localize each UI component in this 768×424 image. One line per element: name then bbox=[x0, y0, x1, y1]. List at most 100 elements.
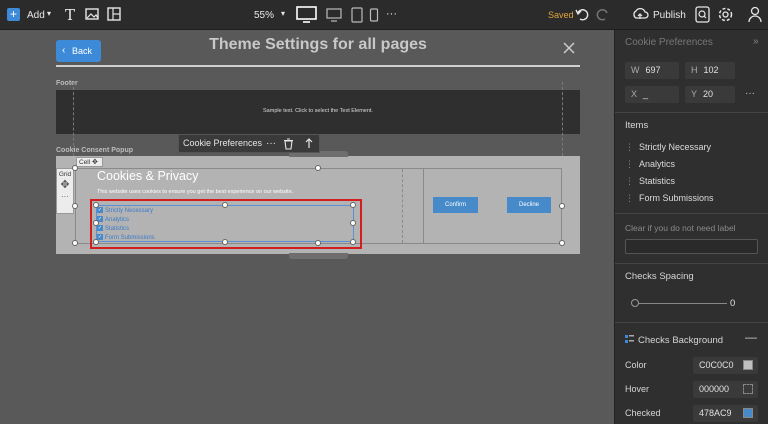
delete-icon[interactable] bbox=[283, 138, 294, 156]
popup-description[interactable]: This website uses cookies to ensure you … bbox=[97, 189, 293, 195]
checks-background-icon bbox=[625, 335, 634, 344]
resize-handle[interactable] bbox=[93, 239, 99, 245]
collapse-panel-icon[interactable]: » bbox=[753, 36, 759, 47]
footer-section[interactable]: Sample text. Click to select the Text El… bbox=[56, 90, 580, 134]
checkbox-checked-icon[interactable]: ✓ bbox=[97, 207, 103, 214]
x-field[interactable]: X _ bbox=[625, 86, 679, 103]
resize-handle[interactable] bbox=[72, 240, 78, 246]
panel-item-label: Strictly Necessary bbox=[639, 142, 712, 152]
preview-icon[interactable] bbox=[695, 6, 710, 23]
add-icon[interactable]: + bbox=[7, 8, 20, 21]
panel-item-row[interactable]: ⋮ Statistics bbox=[625, 176, 675, 187]
resize-handle[interactable] bbox=[350, 220, 356, 226]
cookie-check-item[interactable]: ✓ Statistics bbox=[97, 225, 129, 233]
checkbox-checked-icon[interactable]: ✓ bbox=[97, 225, 103, 232]
drag-handle-icon[interactable]: ⋮ bbox=[625, 159, 634, 169]
select-parent-arrow-icon[interactable] bbox=[304, 137, 314, 155]
undo-icon[interactable] bbox=[575, 7, 589, 21]
add-dropdown-arrow-icon[interactable]: ▾ bbox=[47, 9, 51, 18]
drag-handle-icon[interactable]: ⋮ bbox=[625, 193, 634, 203]
x-label: X bbox=[631, 89, 638, 99]
panel-item-label: Statistics bbox=[639, 176, 676, 186]
laptop-view-icon[interactable] bbox=[325, 7, 343, 23]
cookie-check-item[interactable]: ✓ Strictly Necessary bbox=[97, 207, 153, 215]
cookie-check-item[interactable]: ✓ Analytics bbox=[97, 216, 129, 224]
publish-cloud-icon[interactable] bbox=[631, 6, 649, 22]
mobile-view-icon[interactable] bbox=[369, 8, 379, 23]
desktop-view-icon[interactable] bbox=[296, 6, 317, 24]
resize-handle[interactable] bbox=[350, 239, 356, 245]
panel-divider bbox=[615, 322, 768, 323]
resize-handle[interactable] bbox=[93, 220, 99, 226]
resize-handle[interactable] bbox=[559, 203, 565, 209]
tablet-view-icon[interactable] bbox=[350, 7, 364, 23]
cell-move-icon[interactable]: ✥ bbox=[92, 159, 98, 166]
collapse-section-icon[interactable]: — bbox=[745, 330, 757, 344]
cell-label: Cell bbox=[79, 159, 91, 166]
layout-tool-icon[interactable] bbox=[106, 7, 122, 23]
grid-more-icon[interactable]: ··· bbox=[57, 192, 73, 201]
image-tool-icon[interactable] bbox=[84, 7, 100, 23]
footer-section-label: Footer bbox=[56, 80, 78, 87]
width-field[interactable]: W 697 bbox=[625, 62, 679, 79]
editor-canvas[interactable]: ‹ Back Theme Settings for all pages Foot… bbox=[0, 30, 614, 424]
cookie-check-label: Analytics bbox=[105, 217, 130, 223]
drag-handle-icon[interactable]: ⋮ bbox=[625, 176, 634, 186]
panel-item-row[interactable]: ⋮ Analytics bbox=[625, 159, 675, 170]
width-value: 697 bbox=[645, 65, 661, 75]
resize-handle[interactable] bbox=[222, 202, 228, 208]
drag-handle-icon[interactable]: ⋮ bbox=[625, 142, 634, 152]
y-field[interactable]: Y 20 bbox=[685, 86, 735, 103]
resize-handle[interactable] bbox=[315, 165, 321, 171]
height-field[interactable]: H 102 bbox=[685, 62, 735, 79]
back-button-label: Back bbox=[72, 46, 93, 56]
context-more-icon[interactable]: ··· bbox=[266, 135, 276, 152]
user-account-icon[interactable] bbox=[747, 6, 763, 23]
decline-button[interactable]: Decline bbox=[507, 197, 551, 213]
grid-divider-2 bbox=[423, 169, 424, 243]
checked-color-swatch[interactable] bbox=[743, 408, 753, 418]
cookie-check-label: Strictly Necessary bbox=[105, 208, 154, 214]
cookie-preferences-element[interactable]: ✓ Strictly Necessary ✓ Analytics ✓ Statistics… bbox=[96, 205, 354, 242]
close-icon[interactable] bbox=[562, 41, 576, 55]
settings-gear-icon[interactable] bbox=[717, 6, 734, 23]
zoom-dropdown-icon[interactable]: ▾ bbox=[281, 9, 285, 18]
top-toolbar: + Add ▾ T 55% ▾ ··· Saved Publish bbox=[0, 0, 768, 30]
confirm-button[interactable]: Confirm bbox=[433, 197, 478, 213]
resize-handle[interactable] bbox=[93, 202, 99, 208]
panel-item-row[interactable]: ⋮ Strictly Necessary bbox=[625, 142, 711, 153]
color-swatch[interactable] bbox=[743, 360, 753, 370]
zoom-level[interactable]: 55% bbox=[254, 10, 274, 21]
spacing-slider-thumb[interactable] bbox=[631, 299, 639, 307]
panel-item-label: Form Submissions bbox=[639, 193, 714, 203]
resize-handle[interactable] bbox=[72, 165, 78, 171]
element-context-bar[interactable]: Cookie Preferences ··· bbox=[178, 134, 320, 153]
saved-status: Saved bbox=[548, 10, 574, 20]
text-tool-icon[interactable]: T bbox=[62, 7, 78, 23]
label-input[interactable] bbox=[625, 239, 758, 254]
panel-title: Cookie Preferences bbox=[625, 37, 713, 48]
back-button[interactable]: ‹ Back bbox=[56, 40, 101, 62]
spacing-slider-track[interactable] bbox=[635, 303, 727, 304]
move-icon[interactable]: ✥ bbox=[57, 178, 73, 192]
panel-item-row[interactable]: ⋮ Form Submissions bbox=[625, 193, 714, 204]
footer-sample-text[interactable]: Sample text. Click to select the Text El… bbox=[56, 108, 580, 114]
redo-icon[interactable] bbox=[596, 7, 610, 21]
add-button[interactable]: Add bbox=[27, 10, 45, 21]
resize-handle[interactable] bbox=[559, 240, 565, 246]
cookie-check-item[interactable]: ✓ Form Submissions bbox=[97, 234, 155, 242]
page-title: Theme Settings for all pages bbox=[209, 36, 427, 53]
chevron-left-icon: ‹ bbox=[62, 45, 66, 56]
resize-handle[interactable] bbox=[222, 239, 228, 245]
resize-handle[interactable] bbox=[72, 203, 78, 209]
hover-color-swatch[interactable] bbox=[743, 384, 753, 394]
resize-handle[interactable] bbox=[315, 240, 321, 246]
cell-badge[interactable]: Cell ✥ bbox=[76, 157, 103, 167]
cookie-check-label: Form Submissions bbox=[105, 235, 155, 241]
section-tab-bottom bbox=[289, 253, 348, 259]
popup-title[interactable]: Cookies & Privacy bbox=[97, 169, 198, 183]
position-more-icon[interactable]: ··· bbox=[745, 88, 755, 99]
resize-handle[interactable] bbox=[350, 202, 356, 208]
more-views-icon[interactable]: ··· bbox=[386, 8, 397, 20]
publish-button[interactable]: Publish bbox=[653, 10, 686, 21]
